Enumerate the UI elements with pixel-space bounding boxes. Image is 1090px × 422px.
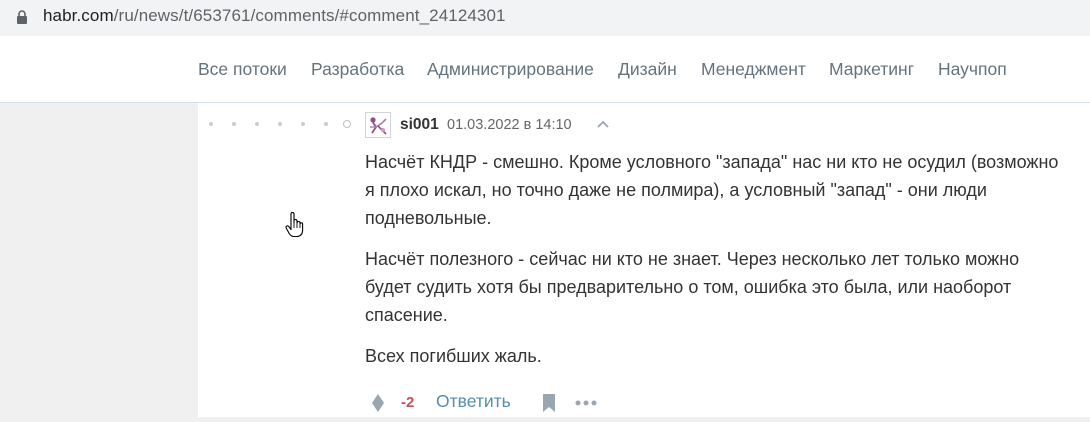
bookmark-icon[interactable]: [542, 393, 556, 413]
comment-datetime[interactable]: 01.03.2022 в 14:10: [447, 117, 572, 133]
comment-author[interactable]: si001: [400, 116, 439, 134]
thread-depth-dot: [324, 122, 328, 126]
thread-depth-dot: [232, 122, 236, 126]
comment-card: si001 01.03.2022 в 14:10 Насчёт КНДР - с…: [198, 103, 1090, 417]
url-host: habr.com: [43, 6, 114, 25]
flows-nav: Все потоки Разработка Администрирование …: [0, 36, 1090, 103]
nav-item-marketing[interactable]: Маркетинг: [829, 59, 914, 80]
address-bar[interactable]: habr.com/ru/news/t/653761/comments/#comm…: [0, 0, 1090, 36]
nav-item-management[interactable]: Менеджмент: [701, 59, 806, 80]
nav-item-administration[interactable]: Администрирование: [427, 59, 594, 80]
nav-item-design[interactable]: Дизайн: [618, 59, 677, 80]
comment-score: -2: [401, 394, 415, 411]
nav-item-development[interactable]: Разработка: [311, 59, 404, 80]
thread-parent-link[interactable]: [343, 120, 351, 128]
lock-icon: [17, 10, 27, 24]
thread-depth-dot: [301, 122, 305, 126]
comment-paragraph: Насчёт КНДР - смешно. Кроме условного "з…: [365, 152, 1059, 228]
url-text[interactable]: habr.com/ru/news/t/653761/comments/#comm…: [43, 6, 506, 26]
chevron-up-icon[interactable]: [596, 119, 610, 129]
comment-paragraph: Всех погибших жаль.: [365, 346, 542, 366]
thread-depth-dot: [209, 122, 213, 126]
reply-button[interactable]: Ответить: [436, 391, 511, 419]
nav-item-popsci[interactable]: Научпоп: [938, 59, 1007, 80]
thread-depth-dot: [255, 122, 259, 126]
hand-cursor-icon: [285, 212, 304, 238]
avatar[interactable]: [365, 112, 391, 138]
comment-paragraph: Насчёт полезного - сейчас ни кто не знае…: [365, 249, 1020, 325]
more-icon[interactable]: [575, 399, 597, 407]
url-path: /ru/news/t/653761/comments/#comment_2412…: [113, 6, 506, 25]
vote-icon[interactable]: [371, 393, 385, 413]
avatar-icon: [370, 117, 387, 135]
nav-item-all-flows[interactable]: Все потоки: [198, 59, 287, 80]
thread-depth-dot: [278, 122, 282, 126]
